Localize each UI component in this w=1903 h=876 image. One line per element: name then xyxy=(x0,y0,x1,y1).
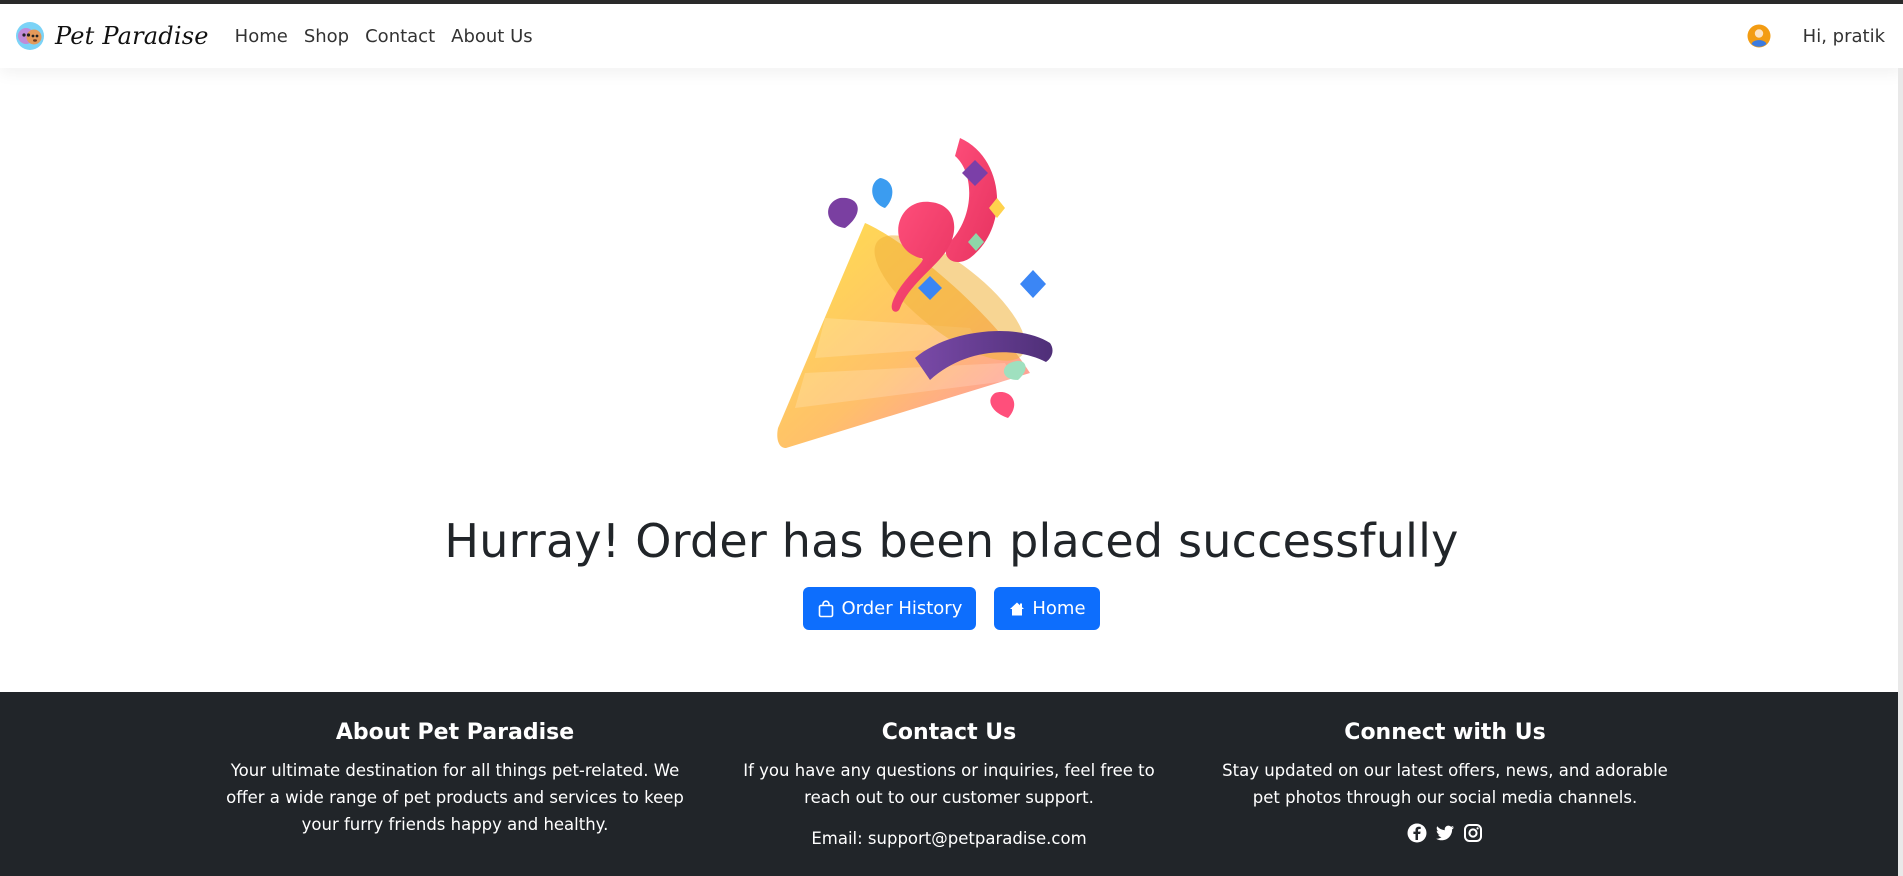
user-greeting[interactable]: Hi, pratik xyxy=(1803,26,1885,47)
footer-contact-text: If you have any questions or inquiries, … xyxy=(743,761,1155,807)
footer-connect-title: Connect with Us xyxy=(1344,720,1546,745)
footer-about-title: About Pet Paradise xyxy=(335,720,575,745)
social-links xyxy=(1215,823,1675,843)
footer: About Pet Paradise Your ultimate destina… xyxy=(0,692,1898,876)
footer-connect: Connect with Us Stay updated on our late… xyxy=(1215,720,1675,843)
brand[interactable]: Pet Paradise xyxy=(15,21,209,51)
twitter-icon[interactable] xyxy=(1435,823,1455,843)
footer-connect-text: Stay updated on our latest offers, news,… xyxy=(1222,761,1668,807)
footer-about: About Pet Paradise Your ultimate destina… xyxy=(225,720,685,838)
footer-contact: Contact Us If you have any questions or … xyxy=(719,720,1179,852)
footer-about-text: Your ultimate destination for all things… xyxy=(226,761,684,834)
party-popper-icon xyxy=(777,138,1053,448)
navbar: Pet Paradise Home Shop Contact About Us … xyxy=(0,4,1903,68)
order-history-button[interactable]: Order History xyxy=(803,587,977,630)
facebook-icon[interactable] xyxy=(1407,823,1427,843)
home-button-label: Home xyxy=(1032,598,1086,619)
shopping-bag-icon xyxy=(819,599,834,617)
user-menu[interactable]: Hi, pratik xyxy=(1747,4,1885,68)
user-avatar-icon[interactable] xyxy=(1747,24,1771,48)
nav-link-about-us[interactable]: About Us xyxy=(451,26,533,47)
instagram-icon[interactable] xyxy=(1463,823,1483,843)
nav-links: Home Shop Contact About Us xyxy=(227,26,541,47)
nav-link-home[interactable]: Home xyxy=(235,26,288,47)
footer-contact-title: Contact Us xyxy=(881,720,1017,745)
order-history-label: Order History xyxy=(841,598,963,619)
brand-name: Pet Paradise xyxy=(55,22,209,50)
footer-contact-email[interactable]: Email: support@petparadise.com xyxy=(719,825,1179,852)
house-icon xyxy=(1010,602,1025,615)
order-success-headline: Hurray! Order has been placed successful… xyxy=(444,514,1459,568)
home-button[interactable]: Home xyxy=(994,587,1100,630)
scrollbar[interactable] xyxy=(1898,68,1903,876)
pet-logo-icon xyxy=(16,22,44,50)
action-buttons: Order History Home xyxy=(0,587,1903,630)
nav-link-contact[interactable]: Contact xyxy=(365,26,435,47)
order-success-section: Hurray! Order has been placed successful… xyxy=(0,68,1903,692)
nav-link-shop[interactable]: Shop xyxy=(304,26,349,47)
